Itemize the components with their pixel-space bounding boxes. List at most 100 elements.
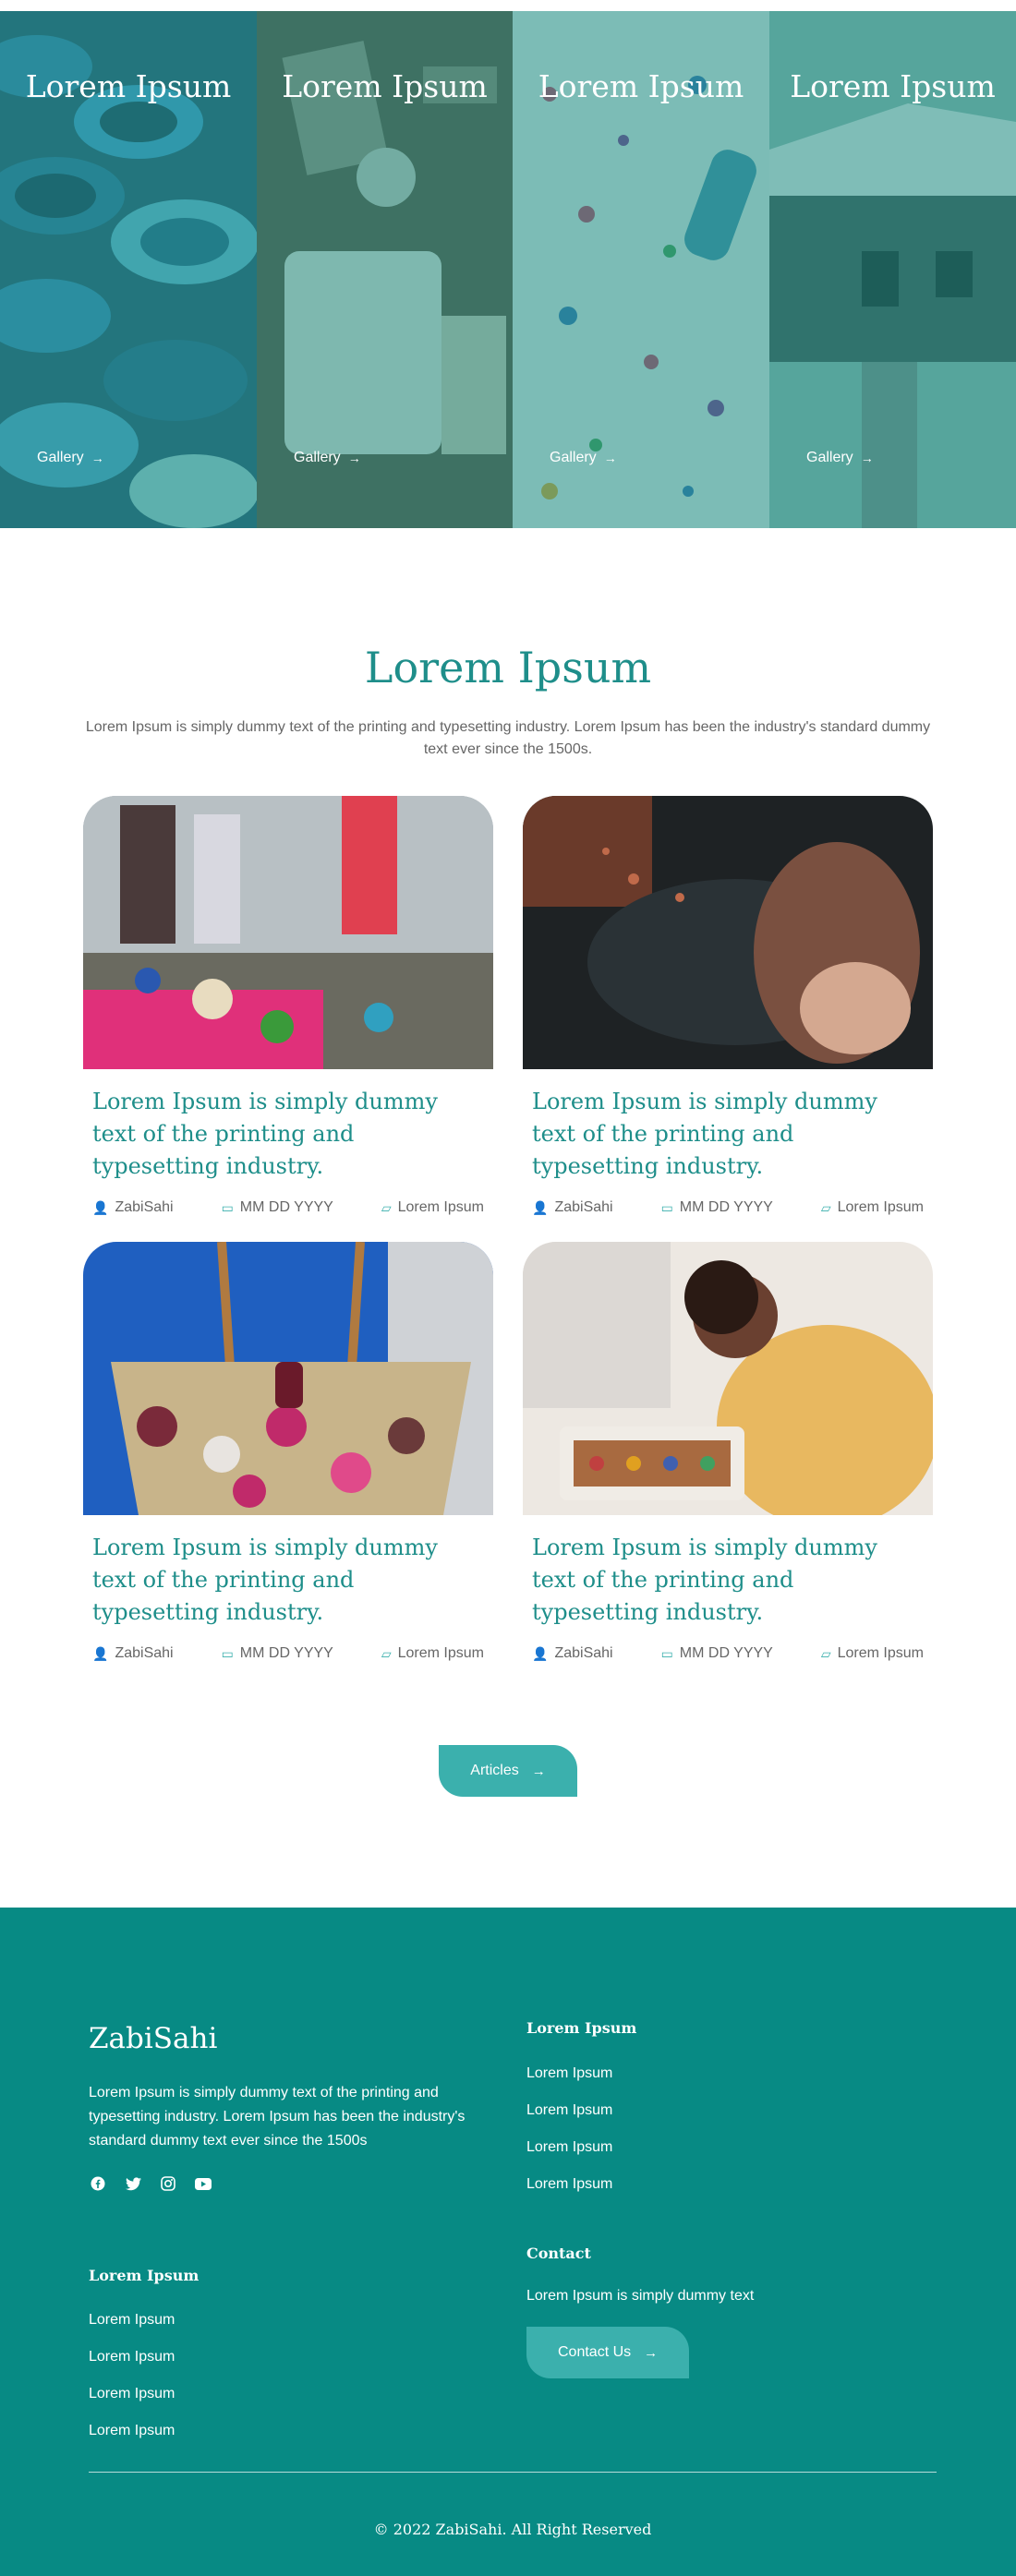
copyright-text: © 2022 ZabiSahi. All Right Reserved [373,2521,652,2538]
contact-heading: Contact [526,2245,591,2262]
hero-panel[interactable]: Lorem Ipsum Gallery → [257,11,513,528]
folder-icon: ▱ [820,1645,831,1661]
author-name: ZabiSahi [115,1645,174,1661]
facebook-icon[interactable] [89,2174,107,2193]
hero-panel[interactable]: Lorem Ipsum Gallery → [769,11,1016,528]
gallery-link[interactable]: Gallery → [806,450,874,466]
calendar-icon: ▭ [660,1199,673,1215]
arrow-right-icon: → [91,451,104,465]
article-date: MM DD YYYY [679,1645,773,1661]
articles-button-label: Articles [470,1763,519,1778]
hero-panel-title: Lorem Ipsum [538,68,744,104]
article-image[interactable] [523,1242,933,1515]
date-meta: ▭ MM DD YYYY [661,1645,773,1662]
author-name: ZabiSahi [115,1199,174,1215]
author-meta[interactable]: 👤 ZabiSahi [532,1199,613,1216]
articles-grid: Lorem Ipsum is simply dummy text of the … [83,796,933,1662]
footer-link[interactable]: Lorem Ipsum [89,2422,175,2459]
author-name: ZabiSahi [554,1199,613,1215]
footer-link[interactable]: Lorem Ipsum [526,2138,612,2175]
instagram-icon[interactable] [159,2174,177,2193]
youtube-icon[interactable] [194,2174,212,2193]
article-title[interactable]: Lorem Ipsum is simply dummy text of the … [92,1086,484,1183]
article-date: MM DD YYYY [239,1199,333,1215]
hero-panel[interactable]: Lorem Ipsum Gallery → [0,11,257,528]
contact-text: Lorem Ipsum is simply dummy text [526,2288,755,2304]
hero-panel-title: Lorem Ipsum [25,68,232,104]
category-meta[interactable]: ▱ Lorem Ipsum [381,1645,484,1662]
footer-link[interactable]: Lorem Ipsum [89,2348,175,2385]
arrow-right-icon: → [644,2344,659,2361]
category-meta[interactable]: ▱ Lorem Ipsum [821,1645,924,1662]
footer-links-col2: Lorem Ipsum Lorem Ipsum Lorem Ipsum Lore… [526,2064,612,2212]
article-title[interactable]: Lorem Ipsum is simply dummy text of the … [532,1086,924,1183]
folder-icon: ▱ [381,1645,392,1661]
arrow-right-icon: → [531,1763,546,1779]
calendar-icon: ▭ [221,1199,234,1215]
article-category: Lorem Ipsum [397,1645,484,1661]
gallery-link-label: Gallery [294,450,341,465]
contact-us-button-label: Contact Us [558,2344,632,2360]
article-image[interactable] [523,796,933,1069]
hero-gallery: Lorem Ipsum Gallery → Lorem Ipsum Galler… [0,0,1016,528]
article-title[interactable]: Lorem Ipsum is simply dummy text of the … [532,1532,924,1629]
footer-links-col1: Lorem Ipsum Lorem Ipsum Lorem Ipsum Lore… [89,2311,175,2459]
articles-button[interactable]: Articles → [439,1745,577,1797]
gallery-link-label: Gallery [550,450,597,465]
article-card[interactable]: Lorem Ipsum is simply dummy text of the … [523,796,933,1216]
calendar-icon: ▭ [221,1645,234,1661]
footer-link[interactable]: Lorem Ipsum [526,2175,612,2212]
footer-link[interactable]: Lorem Ipsum [526,2101,612,2138]
arrow-right-icon: → [860,451,874,465]
article-title[interactable]: Lorem Ipsum is simply dummy text of the … [92,1532,484,1629]
author-meta[interactable]: 👤 ZabiSahi [92,1199,174,1216]
footer-divider [89,2472,937,2473]
article-card[interactable]: Lorem Ipsum is simply dummy text of the … [83,1242,493,1662]
user-icon: 👤 [92,1645,109,1661]
article-card[interactable]: Lorem Ipsum is simply dummy text of the … [523,1242,933,1662]
section-title: Lorem Ipsum [364,643,652,692]
hero-panel[interactable]: Lorem Ipsum Gallery → [513,11,769,528]
footer-description: Lorem Ipsum is simply dummy text of the … [89,2085,466,2149]
arrow-right-icon: → [603,451,617,465]
author-meta[interactable]: 👤 ZabiSahi [92,1645,174,1662]
user-icon: 👤 [532,1199,549,1215]
article-meta: 👤 ZabiSahi ▭ MM DD YYYY ▱ Lorem Ipsum [92,1199,484,1216]
date-meta: ▭ MM DD YYYY [222,1645,333,1662]
site-footer: ZabiSahi Lorem Ipsum is simply dummy tex… [0,1908,1016,2576]
footer-column-heading: Lorem Ipsum [89,2267,200,2284]
contact-us-button[interactable]: Contact Us → [526,2327,690,2378]
date-meta: ▭ MM DD YYYY [661,1199,773,1216]
calendar-icon: ▭ [660,1645,673,1661]
section-description: Lorem Ipsum is simply dummy text of the … [85,719,931,757]
gallery-link-label: Gallery [37,450,84,465]
author-name: ZabiSahi [554,1645,613,1661]
gallery-link[interactable]: Gallery → [550,450,617,466]
article-category: Lorem Ipsum [837,1645,924,1661]
footer-link[interactable]: Lorem Ipsum [526,2064,612,2101]
footer-brand[interactable]: ZabiSahi [89,2022,217,2055]
article-image[interactable] [83,1242,493,1515]
article-meta: 👤 ZabiSahi ▭ MM DD YYYY ▱ Lorem Ipsum [92,1645,484,1662]
folder-icon: ▱ [381,1199,392,1215]
gallery-link[interactable]: Gallery → [294,450,361,466]
articles-section: Lorem Ipsum Lorem Ipsum is simply dummy … [0,643,1016,1797]
user-icon: 👤 [532,1645,549,1661]
footer-link[interactable]: Lorem Ipsum [89,2311,175,2348]
article-image[interactable] [83,796,493,1069]
social-links [89,2174,212,2193]
gallery-link-label: Gallery [806,450,853,465]
hero-panel-title: Lorem Ipsum [790,68,996,104]
article-category: Lorem Ipsum [837,1199,924,1215]
article-category: Lorem Ipsum [397,1199,484,1215]
category-meta[interactable]: ▱ Lorem Ipsum [821,1199,924,1216]
footer-column-heading: Lorem Ipsum [526,2019,637,2037]
hero-panel-title: Lorem Ipsum [282,68,488,104]
author-meta[interactable]: 👤 ZabiSahi [532,1645,613,1662]
gallery-link[interactable]: Gallery → [37,450,104,466]
category-meta[interactable]: ▱ Lorem Ipsum [381,1199,484,1216]
footer-link[interactable]: Lorem Ipsum [89,2385,175,2422]
article-card[interactable]: Lorem Ipsum is simply dummy text of the … [83,796,493,1216]
date-meta: ▭ MM DD YYYY [222,1199,333,1216]
twitter-icon[interactable] [124,2174,142,2193]
